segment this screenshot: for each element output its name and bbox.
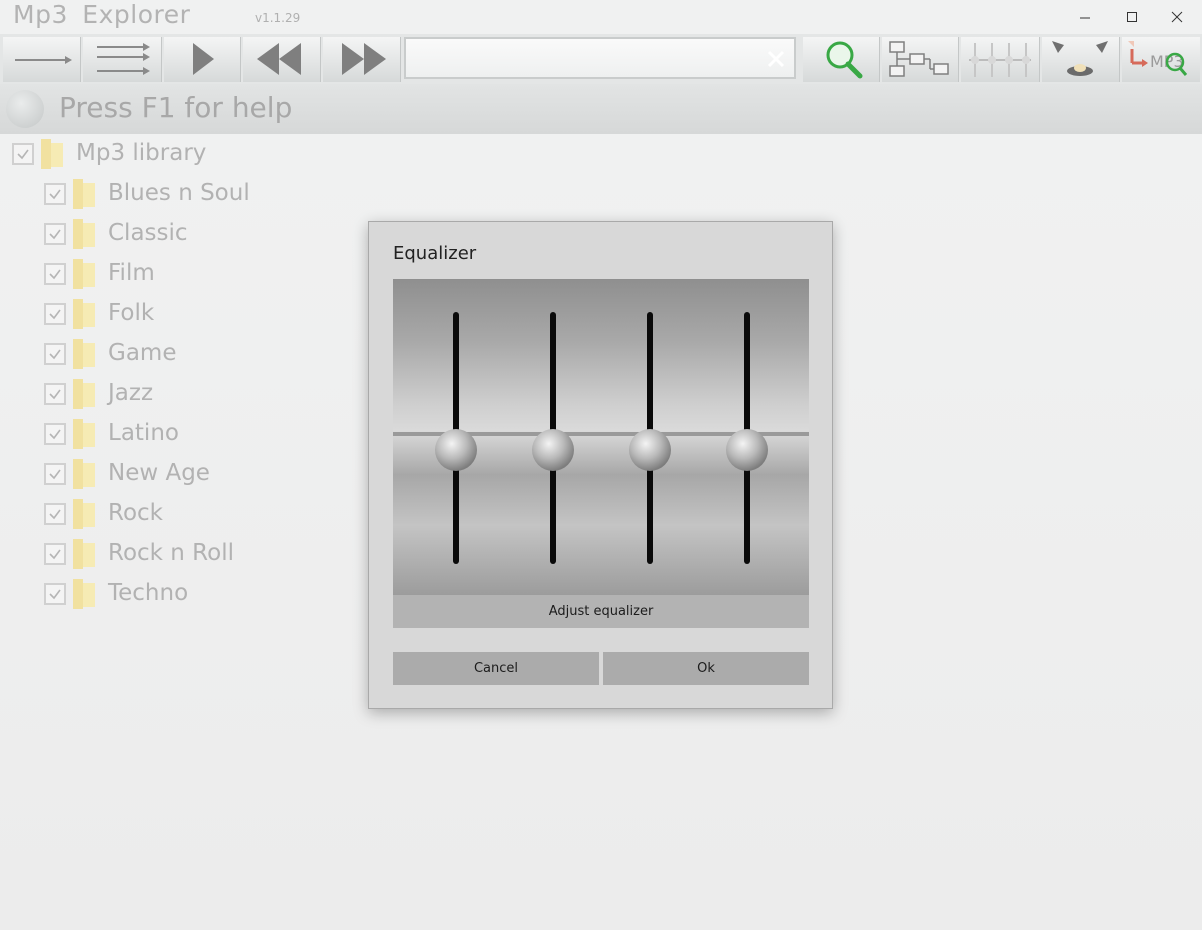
search-input[interactable] — [412, 45, 756, 73]
check-icon — [49, 309, 61, 320]
tree-item-checkbox[interactable] — [44, 383, 66, 405]
equalizer-dialog: Equalizer Adjust equalizer Cancel Ok — [368, 221, 833, 709]
check-icon — [49, 589, 61, 600]
folder-icon — [73, 299, 95, 329]
folder-icon — [73, 419, 95, 449]
equalizer-icon — [969, 43, 1031, 77]
tree-item-checkbox[interactable] — [44, 423, 66, 445]
fast-forward-icon — [342, 43, 386, 75]
check-icon — [49, 269, 61, 280]
clear-search-icon[interactable] — [766, 49, 786, 69]
check-icon — [49, 189, 61, 200]
tree-item-checkbox[interactable] — [44, 263, 66, 285]
next-button[interactable] — [323, 37, 401, 82]
tree-item-checkbox[interactable] — [44, 223, 66, 245]
cancel-button[interactable]: Cancel — [393, 652, 599, 685]
tree-item-label: Techno — [108, 580, 189, 606]
tree-item-label: Game — [108, 340, 177, 366]
title-bar: Mp3 Explorer v1.1.29 — [0, 0, 1202, 34]
folder-icon — [73, 379, 95, 409]
rewind-icon — [257, 43, 301, 75]
folder-icon — [73, 579, 95, 609]
speaker-button[interactable] — [1042, 37, 1120, 82]
app-title: Mp3 Explorer — [13, 0, 191, 29]
folder-icon — [41, 139, 63, 169]
search-field[interactable] — [404, 37, 796, 79]
folder-icon — [73, 499, 95, 529]
tree-item-checkbox[interactable] — [44, 503, 66, 525]
tree-item-checkbox[interactable] — [44, 343, 66, 365]
check-icon — [17, 149, 29, 160]
ok-button[interactable]: Ok — [603, 652, 809, 685]
folder-icon — [73, 259, 95, 289]
tree-item-label: New Age — [108, 460, 210, 486]
slider-knob-band-2[interactable] — [532, 429, 574, 471]
play-icon — [193, 43, 214, 75]
speaker-icon — [1052, 41, 1108, 76]
check-icon — [49, 509, 61, 520]
play-button[interactable] — [164, 37, 241, 82]
tree-icon — [889, 41, 949, 77]
check-icon — [49, 349, 61, 360]
minimize-icon[interactable] — [1071, 4, 1099, 30]
play-all-button[interactable] — [83, 37, 162, 82]
tree-item-label: Classic — [108, 220, 188, 246]
mp3-tag-button[interactable]: MP3 — [1122, 37, 1200, 82]
tree-item-label: Folk — [108, 300, 155, 326]
tree-item-label: Blues n Soul — [108, 180, 250, 206]
equalizer-caption: Adjust equalizer — [393, 595, 809, 628]
tree-item-checkbox[interactable] — [44, 543, 66, 565]
tree-item-checkbox[interactable] — [44, 183, 66, 205]
tree-root-checkbox[interactable] — [12, 143, 34, 165]
tree-item-label: Film — [108, 260, 155, 286]
maximize-icon[interactable] — [1118, 4, 1146, 30]
check-icon — [49, 549, 61, 560]
folder-icon — [73, 539, 95, 569]
previous-button[interactable] — [243, 37, 321, 82]
folder-icon — [73, 339, 95, 369]
folder-icon — [73, 219, 95, 249]
tree-item-checkbox[interactable] — [44, 583, 66, 605]
tree-item-label: Latino — [108, 420, 179, 446]
check-icon — [49, 389, 61, 400]
tree-item-label: Jazz — [108, 380, 154, 406]
folder-icon — [73, 179, 95, 209]
tree-item-label: Rock n Roll — [108, 540, 234, 566]
slider-knob-band-4[interactable] — [726, 429, 768, 471]
slider-knob-band-1[interactable] — [435, 429, 477, 471]
tree-item-label: Rock — [108, 500, 163, 526]
equalizer-button[interactable] — [961, 37, 1040, 82]
equalizer-sliders — [393, 312, 809, 564]
tree-root-label: Mp3 library — [76, 140, 207, 166]
app-version: v1.1.29 — [255, 11, 301, 25]
status-indicator-icon — [6, 90, 44, 128]
dialog-title: Equalizer — [393, 243, 477, 264]
play-single-button[interactable] — [3, 37, 81, 82]
folder-icon — [73, 459, 95, 489]
check-icon — [49, 429, 61, 440]
check-icon — [49, 469, 61, 480]
magnifier-icon — [826, 41, 863, 79]
mp3-search-icon: MP3 — [1128, 41, 1188, 76]
tree-item-checkbox[interactable] — [44, 303, 66, 325]
close-icon[interactable] — [1163, 4, 1191, 30]
check-icon — [49, 229, 61, 240]
help-text: Press F1 for help — [59, 91, 293, 124]
arrow-right-icon — [15, 56, 72, 64]
search-button[interactable] — [803, 37, 880, 82]
help-bar: Press F1 for help — [0, 84, 1202, 134]
tree-item-checkbox[interactable] — [44, 463, 66, 485]
equalizer-panel — [393, 279, 809, 595]
slider-knob-band-3[interactable] — [629, 429, 671, 471]
tree-view-button[interactable] — [882, 37, 959, 82]
double-arrow-right-icon — [97, 43, 150, 75]
